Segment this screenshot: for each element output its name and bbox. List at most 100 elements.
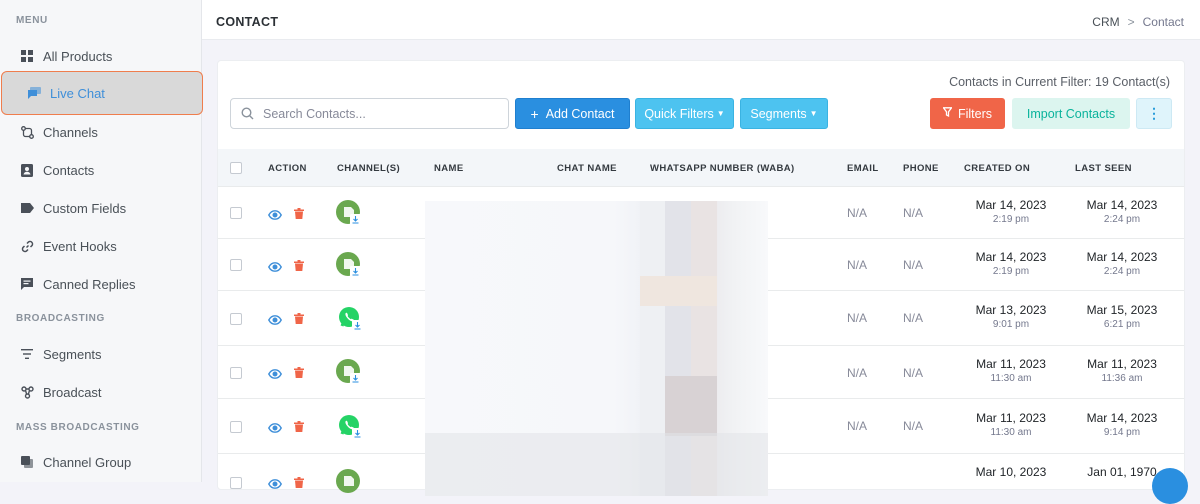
table-header: ACTION CHANNEL(S) NAME CHAT NAME WHATSAP… — [218, 149, 1184, 187]
import-contacts-button[interactable]: Import Contacts — [1012, 98, 1130, 129]
sidebar-item-label: Canned Replies — [43, 276, 136, 292]
column-name[interactable]: NAME — [434, 163, 464, 174]
row-checkbox[interactable] — [230, 477, 242, 489]
link-icon — [20, 239, 34, 253]
breadcrumb: CRM > Contact — [1092, 15, 1184, 29]
delete-trash-icon[interactable] — [294, 206, 304, 219]
created-time: 11:30 am — [990, 427, 1032, 438]
column-whatsapp-number[interactable]: WHATSAPP NUMBER (WABA) — [650, 163, 795, 174]
view-eye-icon[interactable] — [268, 207, 282, 220]
created-time: 9:01 pm — [992, 319, 1030, 330]
sidebar-item-label: Segments — [43, 346, 102, 362]
search-input[interactable]: Search Contacts... — [230, 98, 509, 129]
quick-filters-dropdown[interactable]: Quick Filters ▼ — [635, 98, 734, 129]
sidebar-item-label: Broadcast — [43, 384, 102, 400]
select-all-checkbox[interactable] — [230, 162, 242, 174]
sidebar-section-mass-broadcasting: MASS BROADCASTING — [16, 422, 140, 433]
sidebar-item-label: Channels — [43, 124, 98, 140]
channel-generic-icon — [336, 359, 362, 385]
sidebar-item-custom-fields[interactable]: Custom Fields — [0, 189, 202, 227]
seen-date: Mar 11, 2023 — [1087, 357, 1157, 371]
view-eye-icon[interactable] — [268, 420, 282, 433]
add-contact-button[interactable]: + Add Contact — [515, 98, 630, 129]
more-options-button[interactable]: ⋮ — [1136, 98, 1172, 129]
row-last-seen: Mar 11, 2023 11:36 am — [1067, 357, 1177, 384]
row-checkbox[interactable] — [230, 421, 242, 433]
row-created-on: Mar 14, 2023 2:19 pm — [956, 250, 1066, 277]
created-time: 11:30 am — [990, 373, 1032, 384]
sidebar-item-event-hooks[interactable]: Event Hooks — [0, 227, 202, 265]
sidebar-item-live-chat[interactable]: Live Chat — [1, 71, 203, 115]
column-email[interactable]: EMAIL — [847, 163, 879, 174]
view-eye-icon[interactable] — [268, 259, 282, 272]
sidebar-item-label: Channel Group — [43, 454, 132, 470]
channel-generic-icon — [336, 200, 362, 226]
seen-time: 2:24 pm — [1103, 214, 1141, 225]
search-icon — [241, 107, 254, 120]
seen-date: Mar 14, 2023 — [1086, 250, 1158, 264]
filters-button[interactable]: Filters — [930, 98, 1005, 129]
breadcrumb-separator: > — [1127, 15, 1135, 29]
channel-group-icon — [20, 455, 34, 469]
delete-trash-icon[interactable] — [294, 365, 304, 378]
seen-time: 9:14 pm — [1103, 427, 1141, 438]
row-phone: N/A — [903, 311, 924, 325]
column-last-seen[interactable]: LAST SEEN — [1075, 163, 1132, 174]
redaction-block — [665, 376, 717, 436]
column-chat-name[interactable]: CHAT NAME — [557, 163, 617, 174]
row-last-seen: Mar 15, 2023 6:21 pm — [1067, 303, 1177, 330]
row-checkbox[interactable] — [230, 367, 242, 379]
seen-time: 6:21 pm — [1103, 319, 1141, 330]
row-created-on: Mar 13, 2023 9:01 pm — [956, 303, 1066, 330]
created-date: Mar 14, 2023 — [975, 250, 1047, 264]
seen-date: Mar 14, 2023 — [1086, 411, 1158, 425]
sidebar-item-label: Live Chat — [50, 85, 105, 101]
channel-whatsapp-icon — [338, 414, 364, 440]
view-eye-icon[interactable] — [268, 312, 282, 325]
sidebar-item-broadcast[interactable]: Broadcast — [0, 373, 202, 411]
view-eye-icon[interactable] — [268, 366, 282, 379]
column-phone[interactable]: PHONE — [903, 163, 939, 174]
row-email: N/A — [847, 366, 868, 380]
row-checkbox[interactable] — [230, 313, 242, 325]
delete-trash-icon[interactable] — [294, 475, 304, 488]
delete-trash-icon[interactable] — [294, 311, 304, 324]
seen-date: Mar 15, 2023 — [1086, 303, 1158, 317]
row-last-seen: Mar 14, 2023 2:24 pm — [1067, 198, 1177, 225]
segments-dropdown[interactable]: Segments ▼ — [740, 98, 828, 129]
redacted-contact-info — [425, 201, 768, 496]
view-eye-icon[interactable] — [268, 476, 282, 489]
delete-trash-icon[interactable] — [294, 258, 304, 271]
breadcrumb-crm[interactable]: CRM — [1092, 15, 1119, 29]
created-time: 2:19 pm — [992, 266, 1030, 277]
column-action: ACTION — [268, 163, 307, 174]
redaction-block — [425, 433, 768, 496]
row-email: N/A — [847, 258, 868, 272]
column-created-on[interactable]: CREATED ON — [964, 163, 1030, 174]
row-checkbox[interactable] — [230, 259, 242, 271]
row-last-seen: Mar 14, 2023 9:14 pm — [1067, 411, 1177, 438]
sidebar-item-all-products[interactable]: All Products — [0, 37, 202, 75]
message-icon — [20, 277, 34, 291]
seen-time: 2:24 pm — [1103, 266, 1141, 277]
sidebar-item-segments[interactable]: Segments — [0, 335, 202, 373]
filter-count: Contacts in Current Filter: 19 Contact(s… — [949, 75, 1170, 89]
contacts-card: Contacts in Current Filter: 19 Contact(s… — [217, 60, 1185, 496]
delete-trash-icon[interactable] — [294, 419, 304, 432]
contact-card-icon — [20, 163, 34, 177]
redaction-block — [640, 276, 717, 306]
sidebar-item-channel-group[interactable]: Channel Group — [0, 443, 202, 481]
sidebar-item-label: Contacts — [43, 162, 95, 178]
sidebar-item-canned-replies[interactable]: Canned Replies — [0, 265, 202, 303]
row-checkbox[interactable] — [230, 207, 242, 219]
segments-label: Segments — [750, 106, 807, 121]
seen-date: Mar 14, 2023 — [1086, 198, 1158, 212]
chat-support-button[interactable] — [1152, 468, 1188, 504]
created-date: Mar 11, 2023 — [976, 357, 1046, 371]
sidebar-section-broadcasting: BROADCASTING — [16, 313, 105, 324]
sidebar-item-channels[interactable]: Channels — [0, 113, 202, 151]
sidebar-item-contacts[interactable]: Contacts — [0, 151, 202, 189]
created-date: Mar 11, 2023 — [976, 411, 1046, 425]
row-phone: N/A — [903, 366, 924, 380]
add-contact-label: Add Contact — [545, 106, 615, 121]
